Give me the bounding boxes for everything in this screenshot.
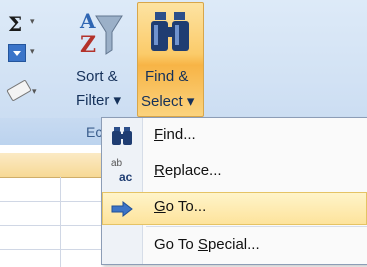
- clear-dropdown-icon[interactable]: ▾: [32, 86, 37, 97]
- menu-separator: [146, 226, 367, 227]
- binoculars-icon: [112, 127, 132, 145]
- svg-text:Z: Z: [80, 32, 96, 58]
- grid-line: [60, 177, 61, 267]
- autosum-dropdown-icon[interactable]: ▾: [30, 16, 35, 27]
- sort-filter-label-line1: Sort &: [76, 68, 118, 85]
- autosum-icon[interactable]: Σ: [8, 12, 22, 36]
- menu-item-replace-label: Replace...: [154, 162, 222, 179]
- ribbon-group-label: Ec: [86, 124, 103, 140]
- menu-item-go-to-label: Go To...: [154, 198, 207, 215]
- find-select-button[interactable]: Find & Select ▾: [137, 2, 204, 117]
- clear-icon[interactable]: [6, 79, 32, 102]
- binoculars-icon: [151, 12, 189, 51]
- fill-dropdown-icon[interactable]: ▾: [30, 46, 35, 57]
- menu-item-find[interactable]: Find...: [102, 120, 367, 153]
- sort-filter-icon: A Z: [79, 9, 123, 58]
- menu-item-find-label: Find...: [154, 126, 196, 143]
- sort-filter-label-line2: Filter ▾: [76, 92, 122, 109]
- menu-item-replace[interactable]: ab ac Replace...: [102, 156, 367, 189]
- menu-item-go-to-special-label: Go To Special...: [154, 236, 260, 253]
- find-select-menu: Find... ab ac Replace... Go To... Go To …: [101, 117, 367, 265]
- find-select-label-line1: Find &: [145, 68, 189, 85]
- arrow-right-icon: [111, 201, 133, 217]
- menu-item-go-to-special[interactable]: Go To Special...: [102, 230, 367, 263]
- replace-icon: ab ac: [111, 158, 133, 184]
- fill-icon[interactable]: [8, 44, 26, 62]
- menu-item-go-to[interactable]: Go To...: [102, 192, 367, 225]
- find-select-label-line2: Select ▾: [141, 93, 195, 110]
- svg-text:A: A: [79, 9, 96, 33]
